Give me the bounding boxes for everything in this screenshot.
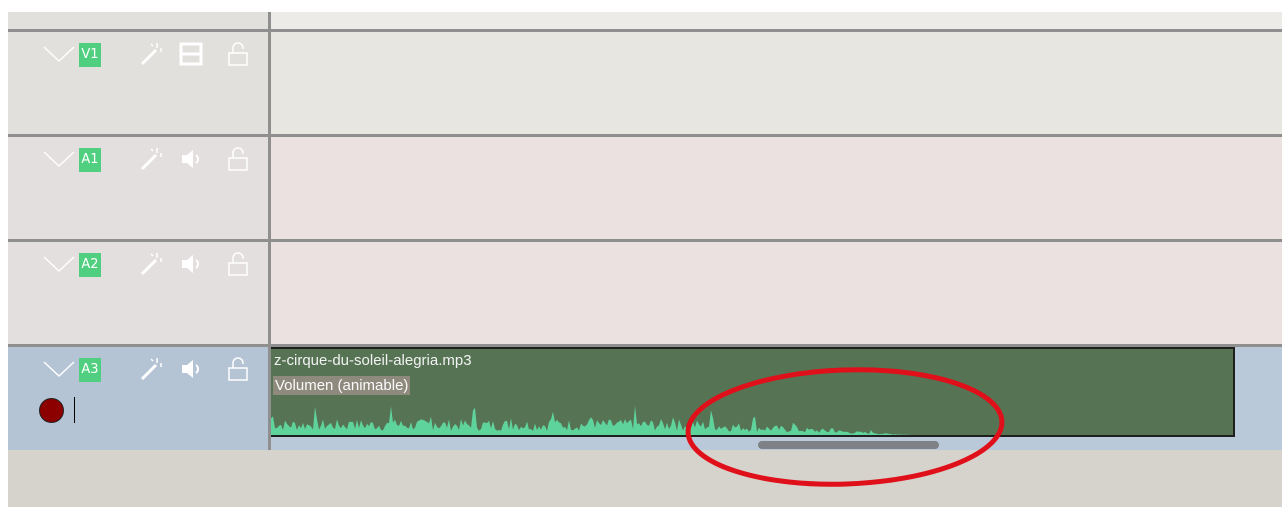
track-headers: V1 A1 A2 A3 (8, 12, 271, 450)
timeline-editor: V1 A1 A2 A3 z-cirque-du-soleil-alegria.m… (8, 12, 1282, 507)
lock-icon[interactable] (226, 251, 250, 277)
magic-wand-icon[interactable] (139, 251, 163, 277)
track-header-a2[interactable]: A2 (8, 242, 268, 347)
film-icon[interactable] (179, 41, 203, 67)
clip-filename: z-cirque-du-soleil-alegria.mp3 (274, 352, 472, 369)
magic-wand-icon[interactable] (139, 41, 163, 67)
speaker-icon[interactable] (179, 251, 203, 277)
magic-wand-icon[interactable] (139, 146, 163, 172)
track-header-a1[interactable]: A1 (8, 137, 268, 242)
text-cursor (74, 397, 75, 423)
record-icon[interactable] (39, 398, 64, 423)
audio-clip[interactable]: z-cirque-du-soleil-alegria.mp3 Volumen (… (271, 347, 1235, 437)
timeline-lanes: z-cirque-du-soleil-alegria.mp3 Volumen (… (271, 12, 1282, 450)
chevron-down-icon[interactable] (42, 254, 76, 274)
track-lane-a3[interactable]: z-cirque-du-soleil-alegria.mp3 Volumen (… (271, 347, 1282, 450)
track-name-a3[interactable]: A3 (79, 358, 101, 382)
track-name-v1[interactable]: V1 (79, 43, 101, 67)
lock-icon[interactable] (226, 356, 250, 382)
audio-waveform (271, 405, 911, 435)
track-lane-a2[interactable] (271, 242, 1282, 347)
speaker-icon[interactable] (179, 146, 203, 172)
timeline-ruler-header (8, 12, 268, 32)
track-name-a1[interactable]: A1 (79, 148, 101, 172)
track-header-a3[interactable]: A3 (8, 347, 268, 450)
waveform-shape (271, 405, 911, 435)
chevron-down-icon[interactable] (42, 359, 76, 379)
speaker-icon[interactable] (179, 356, 203, 382)
lock-icon[interactable] (226, 41, 250, 67)
track-lane-v1[interactable] (271, 32, 1282, 137)
track-name-a2[interactable]: A2 (79, 253, 101, 277)
chevron-down-icon[interactable] (42, 149, 76, 169)
timeline-ruler[interactable] (271, 12, 1282, 32)
clip-effect-label[interactable]: Volumen (animable) (273, 376, 411, 395)
chevron-down-icon[interactable] (42, 44, 76, 64)
magic-wand-icon[interactable] (139, 356, 163, 382)
track-lane-a1[interactable] (271, 137, 1282, 242)
lock-icon[interactable] (226, 146, 250, 172)
horizontal-scrollbar[interactable] (758, 441, 939, 449)
track-header-v1[interactable]: V1 (8, 32, 268, 137)
